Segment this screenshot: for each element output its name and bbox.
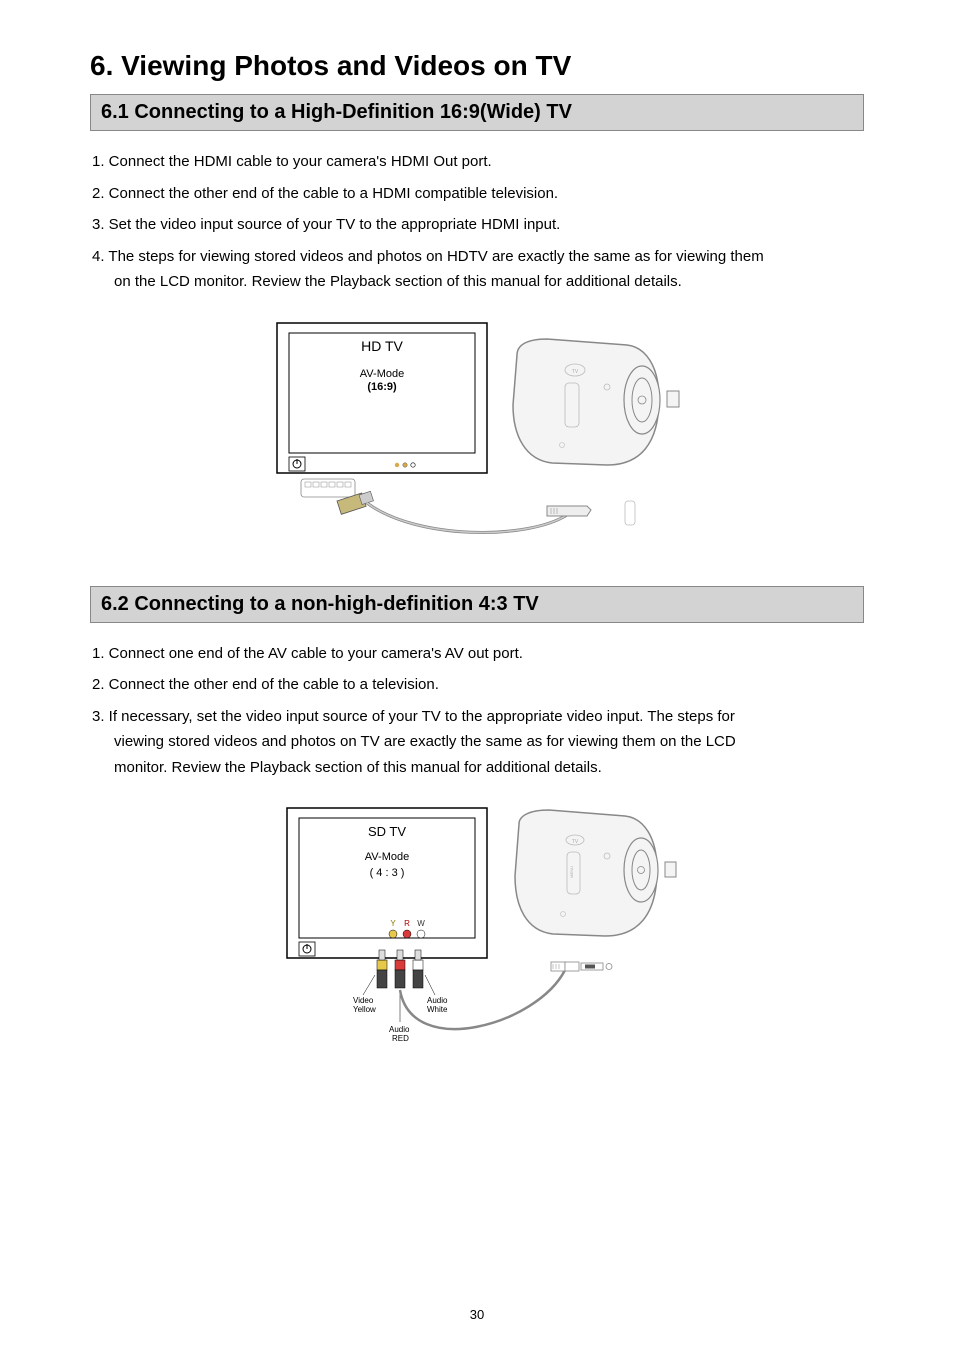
figure-hdmi-connection: HD TV AV-Mode (16:9) (90, 315, 864, 550)
step-6-2-3-line1: 3. If necessary, set the video input sou… (92, 708, 735, 725)
svg-text:TV: TV (572, 839, 579, 845)
audio-white-label-2: White (427, 1005, 448, 1014)
video-yellow-label: Yellow (353, 1005, 376, 1014)
video-label: Video (353, 996, 374, 1005)
audio-white-label-1: Audio (427, 996, 448, 1005)
av-mode-ratio: (16:9) (367, 381, 397, 393)
audio-red-label-2: RED (392, 1034, 409, 1043)
rca-r-label: R (404, 919, 410, 928)
hdtv-label: HD TV (361, 338, 403, 354)
step-6-2-3: 3. If necessary, set the video input sou… (90, 704, 864, 781)
page-title: 6. Viewing Photos and Videos on TV (90, 50, 864, 82)
camera-icon: TV (513, 339, 679, 525)
rca-plug-white (413, 950, 423, 988)
svg-text:TV: TV (572, 369, 579, 375)
sdtv-label: SD TV (368, 824, 406, 839)
rca-plug-yellow (377, 950, 387, 988)
rca-plug-red (395, 950, 405, 988)
av-mode-ratio-2: ( 4 : 3 ) (370, 867, 405, 879)
step-6-1-4-line1: 4. The steps for viewing stored videos a… (92, 248, 764, 265)
av-mode-label-2: AV-Mode (365, 851, 409, 863)
step-6-1-3: 3. Set the video input source of your TV… (90, 212, 864, 238)
av-mode-label: AV-Mode (360, 368, 404, 380)
audio-red-label-1: Audio (389, 1025, 410, 1034)
figure-av-connection: SD TV AV-Mode ( 4 : 3 ) Y R W (90, 800, 864, 1055)
svg-text:MENU: MENU (569, 866, 574, 878)
step-6-1-4-line2: on the LCD monitor. Review the Playback … (92, 269, 864, 295)
page-number: 30 (0, 1307, 954, 1322)
step-6-2-3-line3: monitor. Review the Playback section of … (92, 755, 864, 781)
section-6-1-heading: 6.1 Connecting to a High-Definition 16:9… (90, 94, 864, 131)
step-6-2-2: 2. Connect the other end of the cable to… (90, 672, 864, 698)
section-6-2-heading: 6.2 Connecting to a non-high-definition … (90, 586, 864, 623)
step-6-1-2: 2. Connect the other end of the cable to… (90, 181, 864, 207)
step-6-2-1: 1. Connect one end of the AV cable to yo… (90, 641, 864, 667)
rca-w-label: W (417, 919, 425, 928)
step-6-2-3-line2: viewing stored videos and photos on TV a… (92, 729, 864, 755)
rca-y-label: Y (390, 919, 396, 928)
step-6-1-4: 4. The steps for viewing stored videos a… (90, 244, 864, 295)
camera-icon-2: TV MENU (515, 810, 676, 971)
step-6-1-1: 1. Connect the HDMI cable to your camera… (90, 149, 864, 175)
